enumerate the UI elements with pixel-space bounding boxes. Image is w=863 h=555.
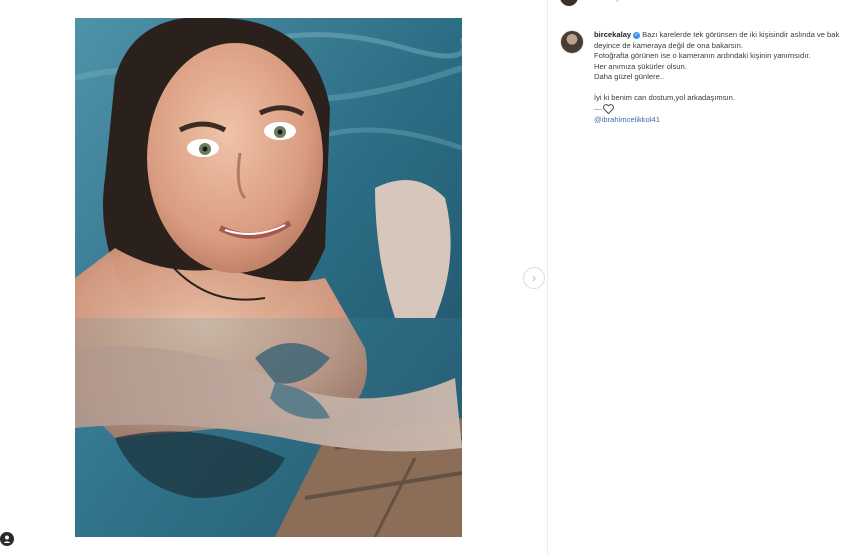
verified-badge-icon: ✓ [633, 31, 641, 39]
post-photo[interactable] [75, 18, 462, 537]
heart-icon [602, 104, 614, 115]
caption-body: bircekalay ✓ Bazı karelerde tek görünsen d… [594, 30, 850, 125]
caption-line-5: İyi ki benim can dostum,yol arkadaşımsın… [594, 92, 735, 102]
caption-line-2: Fotoğrafta görünen ise o kameranın ardın… [594, 51, 811, 61]
mention-link[interactable]: @ibrahimcelikkol41 [594, 115, 850, 126]
previous-comment-row: bircekalay [560, 0, 620, 6]
author-username[interactable]: bircekalay [594, 30, 631, 39]
heart-row: — [594, 104, 850, 115]
caption-line-4: Daha güzel günlere.. [594, 72, 665, 82]
panel-divider [547, 0, 548, 555]
previous-comment-username: bircekalay [584, 0, 620, 2]
next-photo-button[interactable]: › [523, 267, 545, 289]
profile-icon[interactable] [0, 532, 14, 546]
avatar[interactable] [560, 0, 578, 6]
author-avatar[interactable] [560, 30, 584, 54]
caption-line-3: Her anımıza şükürler olsun. [594, 61, 687, 71]
chevron-right-icon: › [532, 271, 536, 285]
heart-prefix: — [594, 103, 602, 113]
